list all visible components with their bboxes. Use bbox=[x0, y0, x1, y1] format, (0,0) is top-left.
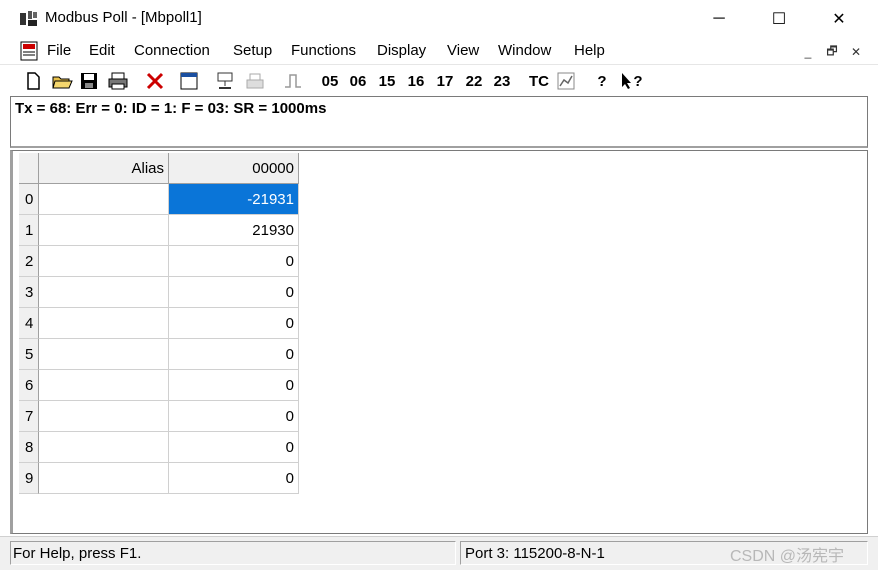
menu-connection[interactable]: Connection bbox=[134, 42, 210, 59]
row-header[interactable]: 9 bbox=[19, 463, 39, 494]
toolbar-separator bbox=[310, 71, 311, 91]
row-header[interactable]: 7 bbox=[19, 401, 39, 432]
tc-button[interactable]: TC bbox=[526, 69, 552, 93]
mdi-minimize-button[interactable]: _ bbox=[798, 42, 818, 62]
function-05-button[interactable]: 05 bbox=[318, 69, 342, 93]
pulse-icon[interactable] bbox=[282, 69, 304, 93]
mdi-close-button[interactable]: ✕ bbox=[846, 42, 866, 62]
toolbar-separator bbox=[172, 71, 173, 91]
alias-cell[interactable] bbox=[39, 463, 169, 494]
whats-this-question-mark: ? bbox=[633, 72, 643, 90]
alias-cell[interactable] bbox=[39, 339, 169, 370]
whats-this-help-icon[interactable]: ? bbox=[620, 69, 644, 93]
title-bar: Modbus Poll - [Mbpoll1] ─ ☐ ✕ bbox=[0, 0, 878, 38]
row-header[interactable]: 2 bbox=[19, 246, 39, 277]
chart-icon[interactable] bbox=[555, 69, 577, 93]
menu-display[interactable]: Display bbox=[377, 42, 426, 59]
mdi-minimize-icon: _ bbox=[804, 45, 812, 59]
row-header[interactable]: 4 bbox=[19, 308, 39, 339]
menu-help[interactable]: Help bbox=[574, 42, 605, 59]
toolbar-separator bbox=[584, 71, 585, 91]
function-15-button[interactable]: 15 bbox=[375, 69, 399, 93]
data-grid-window: Alias 00000 0 -21931 1 21930 2 0 3 0 4 0… bbox=[10, 150, 868, 534]
document-icon[interactable] bbox=[19, 41, 39, 61]
window-title: Modbus Poll - [Mbpoll1] bbox=[45, 9, 202, 26]
mdi-close-icon: ✕ bbox=[850, 45, 862, 59]
alias-cell[interactable] bbox=[39, 308, 169, 339]
modbus-poll-app-icon bbox=[20, 11, 37, 26]
value-cell[interactable]: 0 bbox=[169, 339, 299, 370]
minimize-icon: ─ bbox=[713, 10, 725, 27]
address-column-header[interactable]: 00000 bbox=[169, 153, 299, 184]
menu-view[interactable]: View bbox=[447, 42, 479, 59]
printer-disabled-icon[interactable] bbox=[244, 69, 266, 93]
save-disk-icon[interactable] bbox=[78, 69, 100, 93]
mdi-restore-button[interactable]: 🗗 bbox=[822, 42, 842, 62]
alias-cell[interactable] bbox=[39, 277, 169, 308]
menu-bar: File Edit Connection Setup Functions Dis… bbox=[0, 38, 878, 64]
open-folder-icon[interactable] bbox=[50, 69, 74, 93]
function-17-button[interactable]: 17 bbox=[433, 69, 457, 93]
help-icon[interactable]: ? bbox=[592, 69, 612, 93]
communication-status-text: Tx = 68: Err = 0: ID = 1: F = 03: SR = 1… bbox=[15, 100, 327, 117]
value-cell[interactable]: 0 bbox=[169, 401, 299, 432]
maximize-icon: ☐ bbox=[771, 11, 787, 28]
row-header[interactable]: 0 bbox=[19, 184, 39, 215]
value-cell[interactable]: 0 bbox=[169, 277, 299, 308]
value-cell[interactable]: 0 bbox=[169, 463, 299, 494]
function-16-button[interactable]: 16 bbox=[404, 69, 428, 93]
value-cell-selected[interactable]: -21931 bbox=[169, 184, 299, 215]
menu-file[interactable]: File bbox=[47, 42, 71, 59]
close-icon: ✕ bbox=[832, 11, 846, 28]
toolbar-separator bbox=[136, 71, 137, 91]
value-cell[interactable]: 0 bbox=[169, 308, 299, 339]
function-22-button[interactable]: 22 bbox=[462, 69, 486, 93]
new-file-icon[interactable] bbox=[22, 69, 44, 93]
row-header[interactable]: 8 bbox=[19, 432, 39, 463]
pointer-arrow-icon bbox=[622, 73, 632, 89]
value-cell[interactable]: 21930 bbox=[169, 215, 299, 246]
value-cell[interactable]: 0 bbox=[169, 370, 299, 401]
value-cell[interactable]: 0 bbox=[169, 246, 299, 277]
minimize-button[interactable]: ─ bbox=[690, 0, 748, 38]
alias-column-header[interactable]: Alias bbox=[39, 153, 169, 184]
communication-status-panel: Tx = 68: Err = 0: ID = 1: F = 03: SR = 1… bbox=[10, 96, 868, 148]
read-write-icon[interactable] bbox=[214, 69, 236, 93]
menu-functions[interactable]: Functions bbox=[291, 42, 356, 59]
toolbar-separator bbox=[274, 71, 275, 91]
alias-cell[interactable] bbox=[39, 432, 169, 463]
close-button[interactable]: ✕ bbox=[810, 0, 868, 38]
alias-cell[interactable] bbox=[39, 215, 169, 246]
help-status-pane: For Help, press F1. bbox=[10, 541, 456, 565]
alias-cell[interactable] bbox=[39, 401, 169, 432]
function-06-button[interactable]: 06 bbox=[346, 69, 370, 93]
row-header[interactable]: 6 bbox=[19, 370, 39, 401]
row-header[interactable]: 3 bbox=[19, 277, 39, 308]
watermark: CSDN @汤宪宇 bbox=[730, 548, 845, 565]
toolbar-separator bbox=[206, 71, 207, 91]
disconnect-x-icon[interactable] bbox=[144, 69, 166, 93]
menu-edit[interactable]: Edit bbox=[89, 42, 115, 59]
alias-cell[interactable] bbox=[39, 370, 169, 401]
toolbar: 05 06 15 16 17 22 23 TC ? ? bbox=[0, 64, 878, 96]
row-header[interactable]: 5 bbox=[19, 339, 39, 370]
function-23-button[interactable]: 23 bbox=[490, 69, 514, 93]
menu-window[interactable]: Window bbox=[498, 42, 551, 59]
maximize-button[interactable]: ☐ bbox=[750, 0, 808, 38]
value-cell[interactable]: 0 bbox=[169, 432, 299, 463]
alias-cell[interactable] bbox=[39, 246, 169, 277]
window-icon[interactable] bbox=[178, 69, 200, 93]
mdi-restore-icon: 🗗 bbox=[826, 43, 838, 58]
row-header[interactable]: 1 bbox=[19, 215, 39, 246]
print-icon[interactable] bbox=[106, 69, 130, 93]
menu-setup[interactable]: Setup bbox=[233, 42, 272, 59]
grid-corner bbox=[19, 153, 39, 184]
alias-cell[interactable] bbox=[39, 184, 169, 215]
toolbar-separator bbox=[520, 71, 521, 91]
